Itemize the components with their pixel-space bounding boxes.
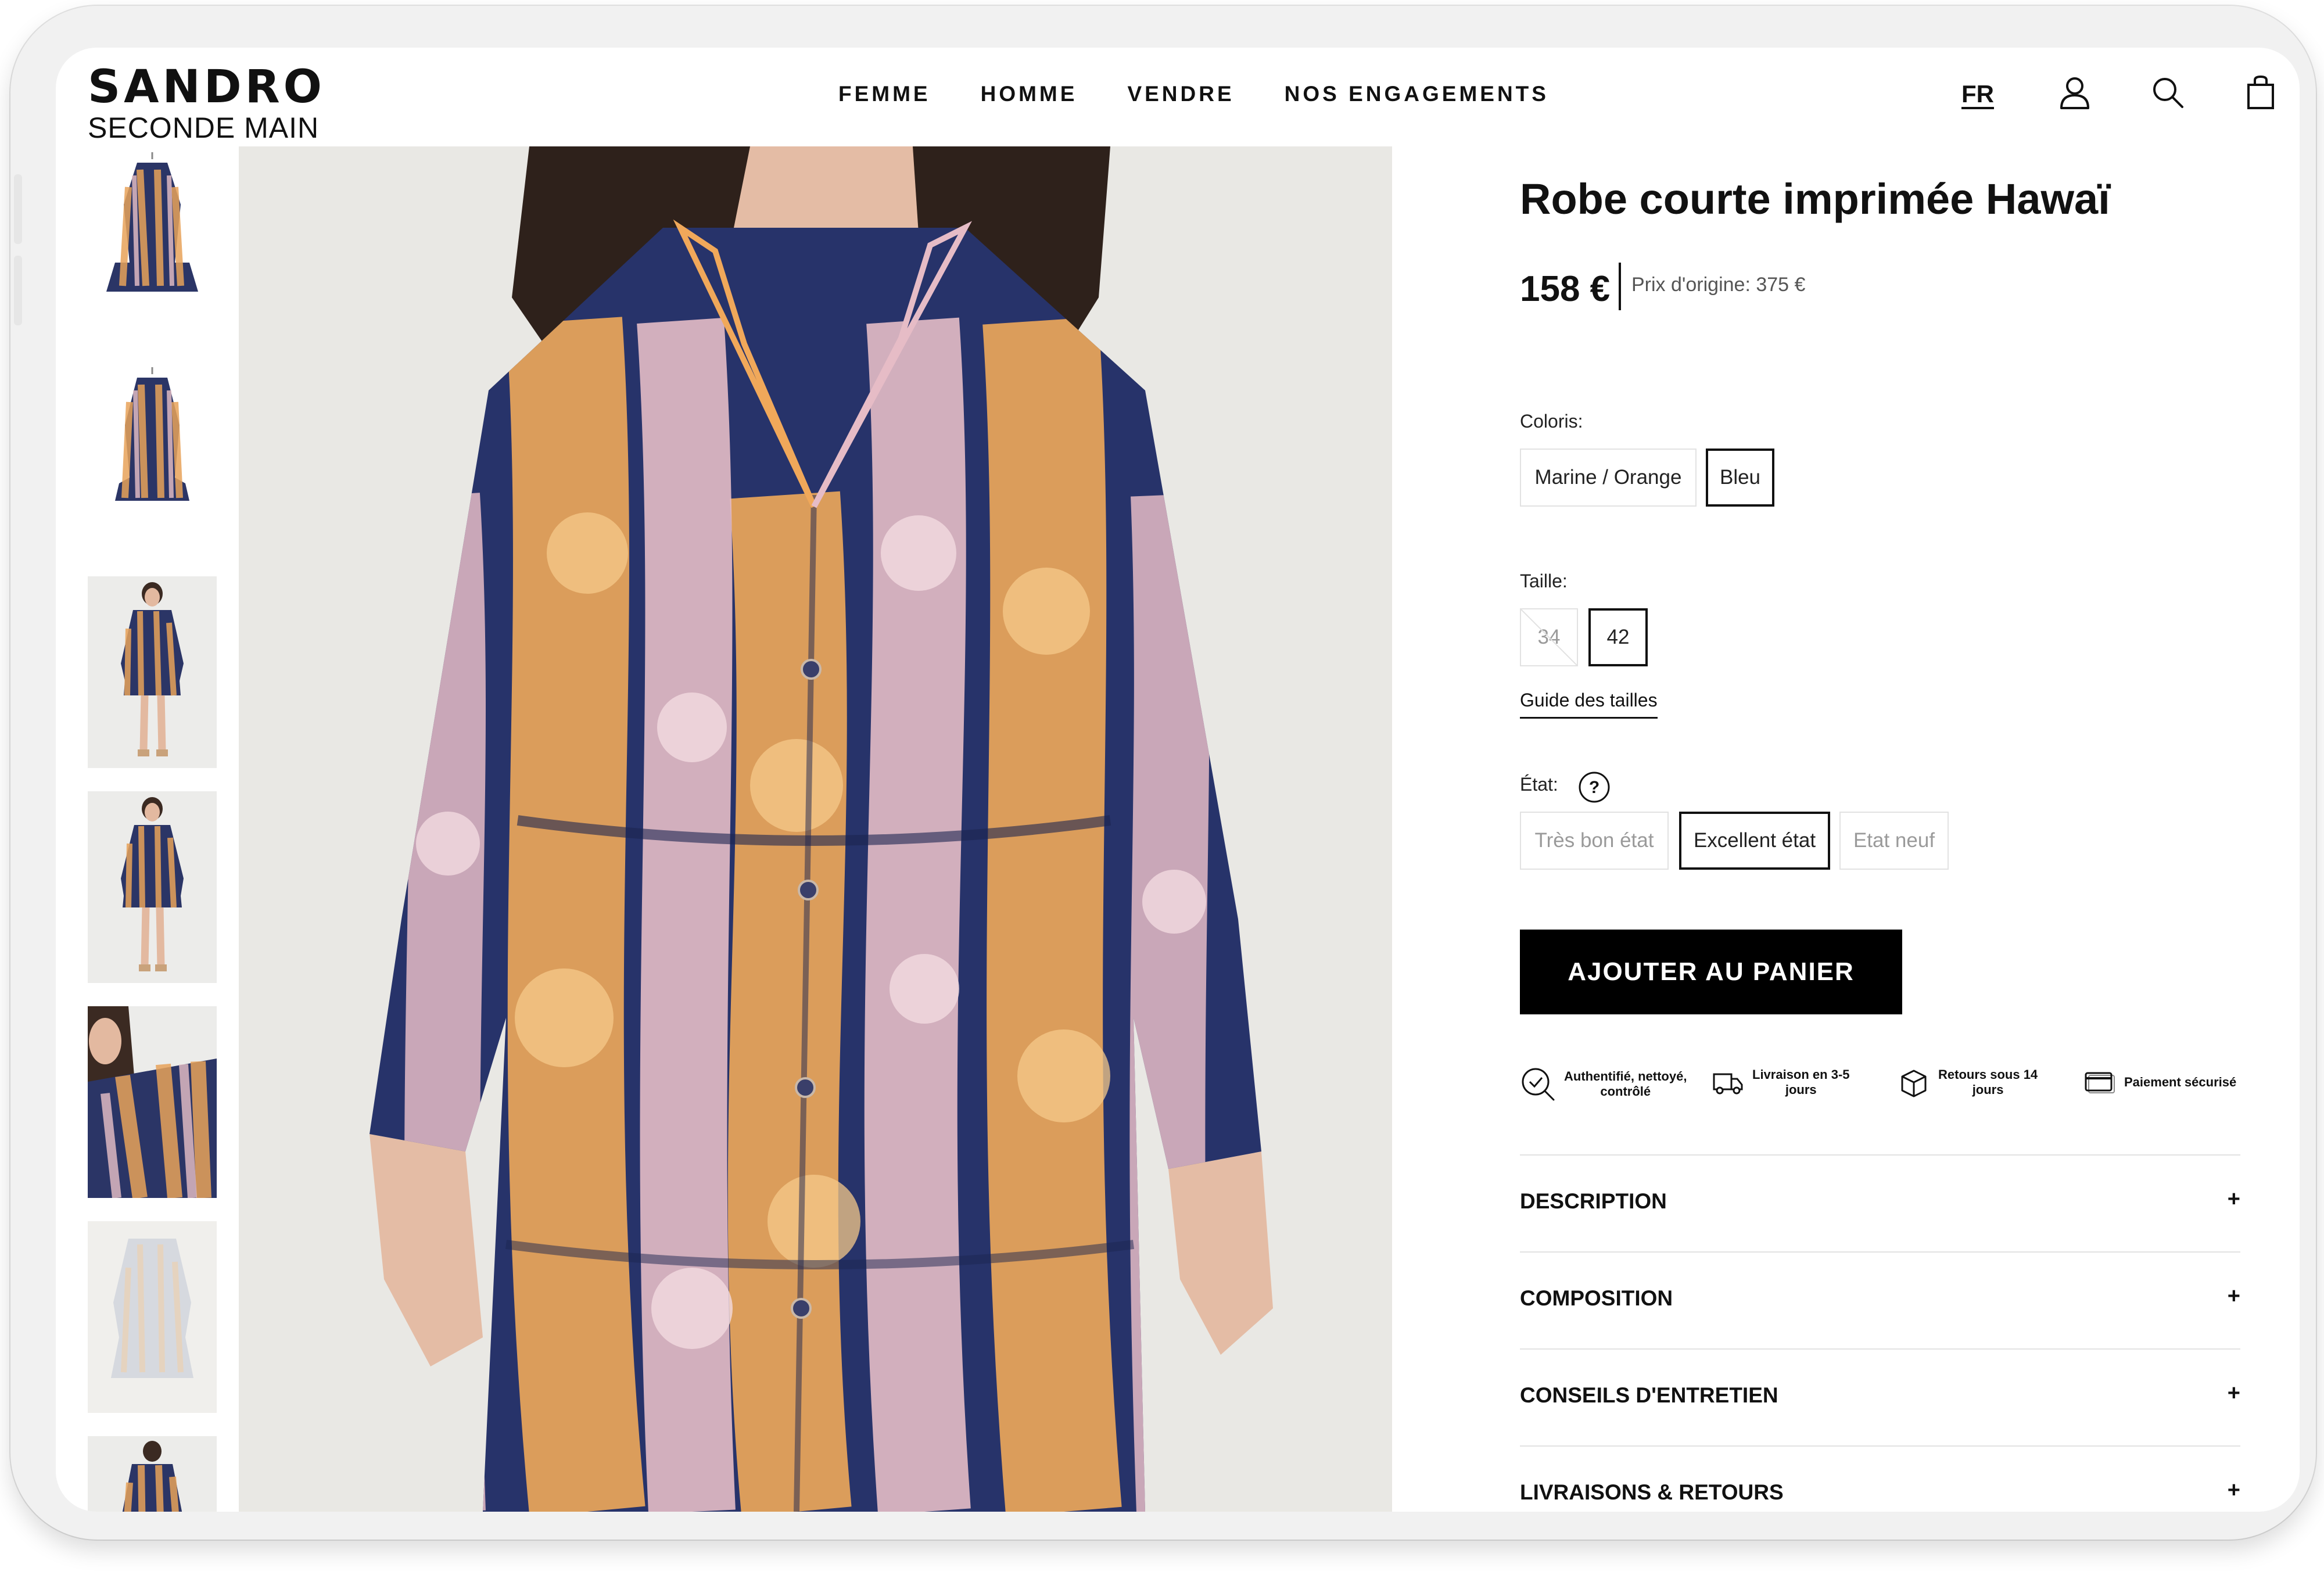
condition-option-etat-neuf[interactable]: Etat neuf: [1839, 812, 1949, 870]
brand-logo[interactable]: SANDRO SECONDE MAIN: [88, 63, 325, 144]
condition-option-label: Très bon état: [1534, 829, 1654, 852]
color-option-label: Bleu: [1719, 466, 1761, 489]
size-option-label: 42: [1606, 626, 1630, 648]
feature-line-1: Livraison en 3-5: [1752, 1067, 1850, 1082]
thumbnail-7[interactable]: [88, 1436, 217, 1512]
nav-item-engagements[interactable]: NOS ENGAGEMENTS: [1285, 81, 1549, 107]
nav-item-vendre[interactable]: VENDRE: [1127, 81, 1234, 107]
truck-icon: [1713, 1073, 1743, 1095]
help-icon[interactable]: ?: [1578, 771, 1611, 803]
account-icon[interactable]: [2054, 72, 2095, 113]
color-label: Coloris:: [1520, 411, 1583, 432]
feature-authenticated: Authentifié, nettoyé, contrôlé: [1520, 1066, 1687, 1102]
card-icon: [2085, 1072, 2115, 1093]
feature-line-1: Retours sous 14: [1938, 1067, 2038, 1082]
magnifier-check-icon: [1522, 1068, 1555, 1101]
feature-label: Authentifié, nettoyé, contrôlé: [1564, 1069, 1687, 1099]
expand-icon: +: [2227, 1381, 2240, 1405]
expand-icon: +: [2227, 1187, 2240, 1211]
accordion-title: COMPOSITION: [1520, 1286, 1673, 1310]
nav-item-femme[interactable]: FEMME: [838, 81, 931, 107]
nav-item-homme[interactable]: HOMME: [981, 81, 1078, 107]
accordion-composition[interactable]: COMPOSITION +: [1520, 1251, 2240, 1349]
feature-returns: Retours sous 14 jours: [1898, 1066, 2038, 1099]
condition-option-excellent-etat[interactable]: Excellent état: [1679, 812, 1830, 870]
search-icon[interactable]: [2147, 72, 2188, 113]
condition-option-label: Excellent état: [1693, 829, 1816, 852]
screen: SANDRO SECONDE MAIN FEMME HOMME VENDRE N…: [56, 48, 2300, 1512]
power-button: [14, 256, 22, 325]
dress-back-view-image: [88, 1221, 217, 1413]
logo-wordmark: SANDRO: [88, 61, 325, 113]
tablet-frame: SANDRO SECONDE MAIN FEMME HOMME VENDRE N…: [10, 6, 2316, 1540]
accordion-title: CONSEILS D'ENTRETIEN: [1520, 1383, 1778, 1407]
feature-label: Livraison en 3-5 jours: [1752, 1067, 1850, 1097]
model-full-view-image: [88, 576, 217, 768]
bag-icon[interactable]: [2240, 72, 2281, 113]
color-option-marine-orange[interactable]: Marine / Orange: [1520, 449, 1697, 507]
condition-label: État:: [1520, 774, 1558, 795]
feature-line-2: jours: [1785, 1082, 1817, 1097]
size-guide-link[interactable]: Guide des tailles: [1520, 690, 1658, 719]
size-option-34[interactable]: 34: [1520, 608, 1578, 666]
size-label: Taille:: [1520, 571, 1568, 591]
dress-thumbnail-image: [88, 361, 217, 553]
thumbnail-5[interactable]: [88, 1006, 217, 1198]
svg-text:?: ?: [1589, 778, 1599, 797]
expand-icon: +: [2227, 1478, 2240, 1502]
accordion-care[interactable]: CONSEILS D'ENTRETIEN +: [1520, 1348, 2240, 1446]
feature-line-2: contrôlé: [1600, 1084, 1651, 1099]
language-selector[interactable]: FR: [1961, 80, 1994, 108]
accordion-title: DESCRIPTION: [1520, 1189, 1667, 1213]
accordion-delivery-returns[interactable]: LIVRAISONS & RETOURS +: [1520, 1445, 2240, 1512]
thumbnail-6[interactable]: [88, 1221, 217, 1413]
price-divider: [1619, 263, 1621, 310]
model-dress-photo: [239, 146, 1392, 1512]
condition-option-label: Etat neuf: [1853, 829, 1935, 852]
model-view-image: [88, 1436, 217, 1512]
volume-button: [14, 174, 22, 244]
thumbnail-1[interactable]: [88, 146, 217, 338]
color-option-label: Marine / Orange: [1534, 466, 1682, 489]
model-detail-view-image: [88, 1006, 217, 1198]
expand-icon: +: [2227, 1284, 2240, 1308]
thumbnail-4[interactable]: [88, 791, 217, 983]
feature-label: Paiement sécurisé: [2124, 1075, 2236, 1090]
dress-thumbnail-image: [88, 146, 217, 338]
condition-option-tres-bon-etat[interactable]: Très bon état: [1520, 812, 1669, 870]
add-to-cart-button[interactable]: AJOUTER AU PANIER: [1520, 930, 1902, 1014]
size-option-42[interactable]: 42: [1588, 608, 1648, 666]
unavailable-strike: [1521, 609, 1577, 665]
feature-line-2: jours: [1972, 1082, 2004, 1097]
accordion-description[interactable]: DESCRIPTION +: [1520, 1154, 2240, 1252]
feature-label: Retours sous 14 jours: [1938, 1067, 2038, 1097]
thumbnail-3[interactable]: [88, 576, 217, 768]
feature-delivery: Livraison en 3-5 jours: [1712, 1066, 1850, 1099]
accordion-title: LIVRAISONS & RETOURS: [1520, 1480, 1784, 1504]
box-icon: [1901, 1070, 1927, 1097]
original-price: Prix d'origine: 375 €: [1631, 274, 1806, 296]
logo-subline: SECONDE MAIN: [88, 112, 320, 144]
product-price: 158 €: [1520, 269, 1611, 309]
feature-line-1: Paiement sécurisé: [2124, 1075, 2237, 1089]
main-nav: FEMME HOMME VENDRE NOS ENGAGEMENTS: [838, 81, 1549, 107]
thumbnail-2[interactable]: [88, 361, 217, 553]
model-full-view-image: [88, 791, 217, 983]
color-option-bleu[interactable]: Bleu: [1706, 449, 1774, 507]
feature-payment: Paiement sécurisé: [2083, 1066, 2236, 1099]
product-title: Robe courte imprimée Hawaï: [1520, 175, 2110, 223]
main-product-image[interactable]: [239, 146, 1392, 1512]
feature-line-1: Authentifié, nettoyé,: [1564, 1069, 1687, 1084]
